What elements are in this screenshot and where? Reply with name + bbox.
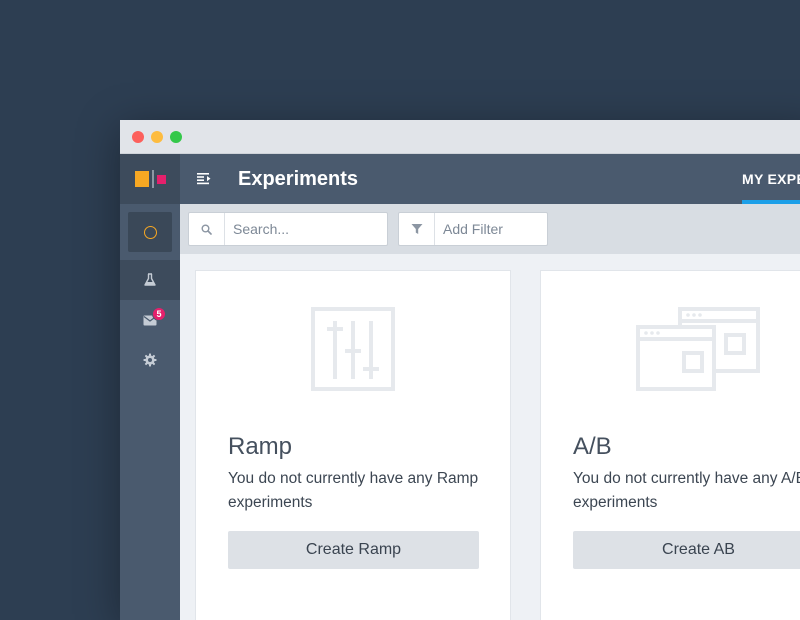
search-input[interactable] bbox=[225, 213, 385, 245]
sidebar-item-settings[interactable] bbox=[120, 340, 180, 380]
card-description: You do not currently have any Ramp exper… bbox=[228, 470, 479, 511]
flask-icon bbox=[144, 273, 156, 286]
window-titlebar bbox=[120, 120, 800, 154]
top-header: Experiments MY EXPE bbox=[180, 154, 800, 204]
notification-badge: 5 bbox=[152, 307, 166, 321]
browser-windows-illustration-icon bbox=[541, 307, 800, 397]
sliders-illustration-icon bbox=[196, 307, 510, 397]
logo-divider bbox=[151, 170, 154, 188]
circle-status-icon bbox=[143, 225, 157, 239]
create-ramp-button[interactable]: Create Ramp bbox=[228, 531, 479, 569]
card-title: A/B bbox=[573, 433, 612, 460]
page-title: Experiments bbox=[238, 167, 359, 190]
close-window-button[interactable] bbox=[132, 130, 144, 143]
menu-toggle-button[interactable] bbox=[180, 154, 230, 204]
experiments-content: Ramp You do not currently have any Ramp … bbox=[180, 254, 800, 620]
menu-collapse-icon bbox=[197, 173, 211, 185]
ab-card: A/B You do not currently have any A/B ex… bbox=[540, 270, 800, 620]
add-filter-box bbox=[398, 212, 548, 246]
maximize-window-button[interactable] bbox=[170, 130, 182, 143]
sidebar: 5 bbox=[120, 154, 180, 620]
filter-bar bbox=[180, 204, 800, 254]
add-filter-input[interactable] bbox=[435, 213, 545, 245]
search-icon[interactable] bbox=[189, 213, 225, 245]
sidebar-item-status[interactable] bbox=[128, 212, 172, 252]
sidebar-item-experiments[interactable] bbox=[120, 260, 180, 300]
gear-icon bbox=[143, 353, 157, 367]
app-window: 5 Experiments MY EXPE Search... Add Filt… bbox=[120, 120, 800, 620]
search-box bbox=[188, 212, 388, 246]
app-logo[interactable] bbox=[120, 154, 180, 204]
card-title: Ramp bbox=[228, 433, 293, 460]
logo-square-large bbox=[134, 171, 149, 187]
filter-icon[interactable] bbox=[399, 213, 435, 245]
create-ab-button[interactable]: Create AB bbox=[573, 531, 800, 569]
card-description: You do not currently have any A/B experi… bbox=[573, 470, 800, 511]
ramp-card: Ramp You do not currently have any Ramp … bbox=[195, 270, 511, 620]
logo-square-small bbox=[156, 174, 166, 184]
sidebar-item-messages[interactable]: 5 bbox=[120, 300, 180, 340]
minimize-window-button[interactable] bbox=[151, 130, 163, 143]
tab-my-experiments[interactable]: MY EXPE bbox=[742, 154, 800, 204]
